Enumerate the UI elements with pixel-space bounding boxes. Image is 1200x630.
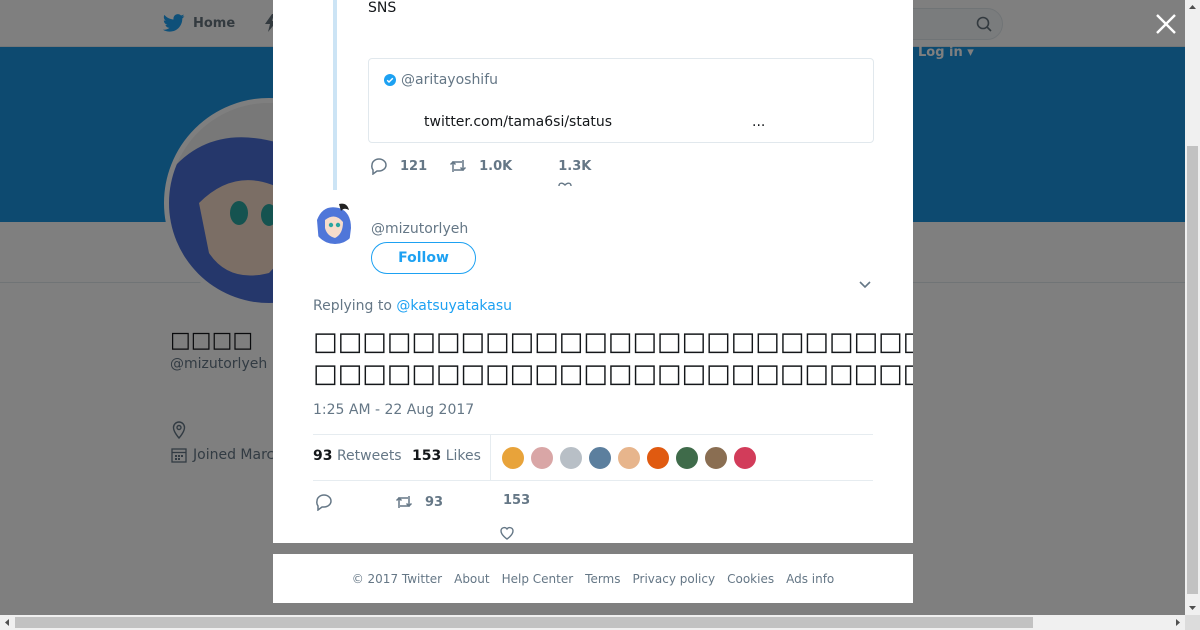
liker-avatar[interactable] xyxy=(675,446,699,470)
footer-link-terms[interactable]: Terms xyxy=(585,572,620,586)
liker-avatar[interactable] xyxy=(704,446,728,470)
scroll-left-icon[interactable] xyxy=(0,615,15,630)
like-count: 153 xyxy=(503,493,531,508)
retweet-icon[interactable] xyxy=(395,493,413,511)
retweet-count: 93 xyxy=(425,494,444,510)
follow-button[interactable]: Follow xyxy=(371,242,476,274)
tweet-timestamp[interactable]: 1:25 AM - 22 Aug 2017 xyxy=(313,402,474,418)
author-avatar[interactable] xyxy=(313,200,357,244)
like-action[interactable]: 1.3K xyxy=(558,159,591,174)
scrollbar-corner xyxy=(1185,615,1200,630)
liker-avatar[interactable] xyxy=(588,446,612,470)
liker-avatar[interactable] xyxy=(646,446,670,470)
thread-connector xyxy=(333,0,337,190)
quoted-tweet[interactable]: @aritayoshifu twitter.com/tama6si/status… xyxy=(368,58,874,143)
replying-to-user-link[interactable]: @katsuyatakasu xyxy=(396,298,512,314)
retweet-action[interactable]: 93 xyxy=(395,493,443,511)
footer: © 2017 Twitter About Help Center Terms P… xyxy=(273,554,913,603)
footer-link-ads-info[interactable]: Ads info xyxy=(786,572,834,586)
vertical-scrollbar[interactable] xyxy=(1185,0,1200,615)
retweets-stat[interactable]: 93 Retweets xyxy=(313,448,402,464)
liker-avatar[interactable] xyxy=(501,446,525,470)
horizontal-scrollbar[interactable] xyxy=(0,615,1185,630)
scroll-up-icon[interactable] xyxy=(1185,0,1200,15)
reply-count: 121 xyxy=(400,158,428,174)
author-avatar-image xyxy=(313,200,357,244)
reply-action[interactable] xyxy=(315,493,333,511)
retweets-stat-label: Retweets xyxy=(336,448,402,464)
vertical-scrollbar-thumb[interactable] xyxy=(1187,146,1198,594)
replying-to: Replying to @katsuyatakasu xyxy=(313,298,512,314)
quoted-tweet-link[interactable]: twitter.com/tama6si/status xyxy=(424,114,612,130)
quoted-tweet-handle[interactable]: @aritayoshifu xyxy=(401,72,498,88)
scroll-right-icon[interactable] xyxy=(1170,615,1185,630)
scroll-down-icon[interactable] xyxy=(1185,600,1200,615)
verified-icon xyxy=(384,74,396,86)
liker-avatar[interactable] xyxy=(530,446,554,470)
retweets-stat-count: 93 xyxy=(313,448,333,464)
author-handle[interactable]: @mizutorlyeh xyxy=(371,221,468,237)
horizontal-scrollbar-thumb[interactable] xyxy=(15,617,1033,628)
likers-avatars xyxy=(501,446,757,470)
reply-action[interactable]: 121 xyxy=(370,157,427,175)
quoted-tweet-header: @aritayoshifu xyxy=(384,72,498,88)
quoted-tweet-ellipsis: ... xyxy=(752,114,766,130)
reply-icon[interactable] xyxy=(315,493,333,511)
liker-avatar[interactable] xyxy=(617,446,641,470)
like-action[interactable]: 153 xyxy=(503,493,530,508)
previous-tweet-actions: 121 1.0K 1.3K xyxy=(370,157,591,175)
footer-link-cookies[interactable]: Cookies xyxy=(727,572,774,586)
footer-link-about[interactable]: About xyxy=(454,572,489,586)
retweet-action[interactable]: 1.0K xyxy=(449,157,512,175)
tweet-text-line: □□□□□□□□□□□□□□□□□□□□□□□□□□□□□□□□□□□□□□□□… xyxy=(313,359,913,389)
footer-link-help-center[interactable]: Help Center xyxy=(502,572,574,586)
heart-icon[interactable] xyxy=(558,181,572,187)
tweet-text-line: □□□□□□□□□□□□□□□□□□□□□□□□□□□□□ xyxy=(313,327,913,357)
retweet-icon[interactable] xyxy=(449,157,467,175)
heart-icon[interactable] xyxy=(499,525,515,541)
previous-tweet-text: SNS xyxy=(368,0,397,16)
close-icon[interactable] xyxy=(1154,12,1178,36)
reply-icon[interactable] xyxy=(370,157,388,175)
stats-divider xyxy=(490,435,491,480)
caret-down-icon[interactable] xyxy=(858,277,872,291)
tweet-permalink-modal: SNS @aritayoshifu twitter.com/tama6si/st… xyxy=(273,0,913,543)
tweet-stats: 93 Retweets 153 Likes xyxy=(313,434,873,481)
tweet-text: □□□□□□□□□□□□□□□□□□□□□□□□ □□□□□ □□□□□□□□□□… xyxy=(313,326,913,390)
likes-stat-count: 153 xyxy=(412,448,442,464)
likes-stat-label: Likes xyxy=(445,448,481,464)
like-count: 1.3K xyxy=(558,158,592,174)
footer-copyright: © 2017 Twitter xyxy=(351,571,443,586)
likes-stat[interactable]: 153 Likes xyxy=(412,448,481,464)
footer-link-privacy[interactable]: Privacy policy xyxy=(633,572,716,586)
retweet-count: 1.0K xyxy=(479,158,513,174)
replying-prefix: Replying to xyxy=(313,298,397,314)
liker-avatar[interactable] xyxy=(559,446,583,470)
liker-avatar[interactable] xyxy=(733,446,757,470)
